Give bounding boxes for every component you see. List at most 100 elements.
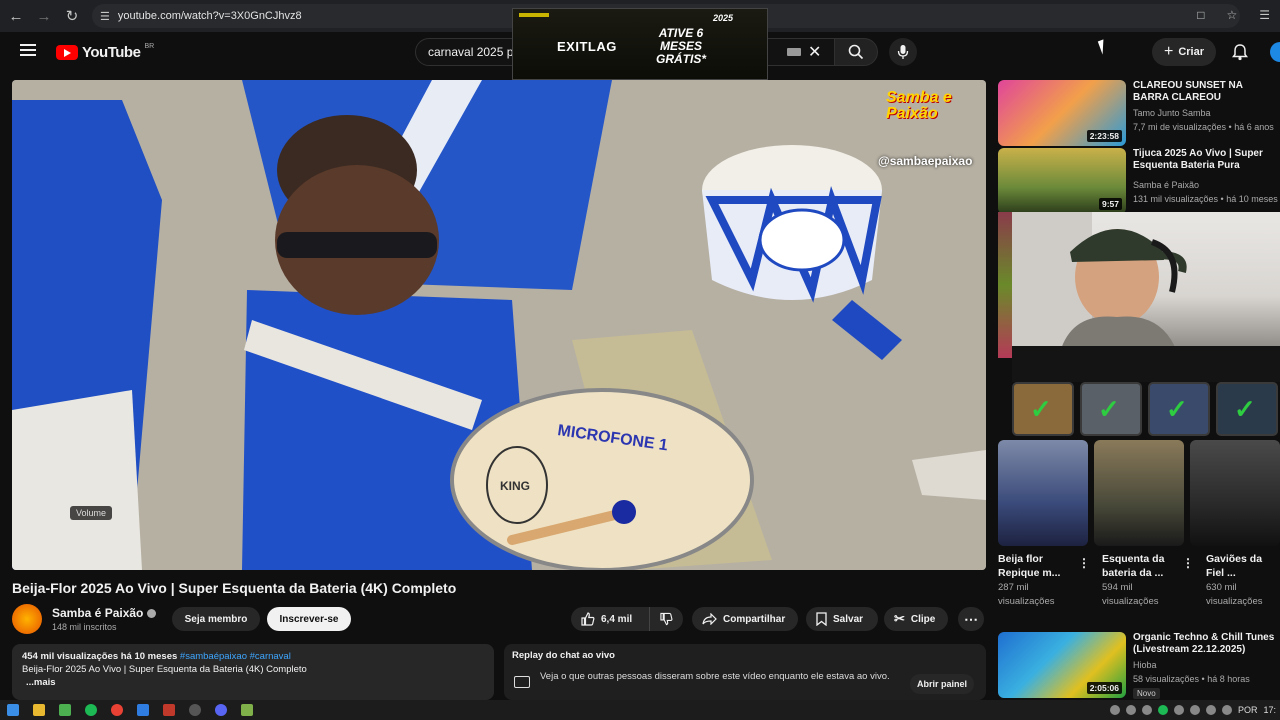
recommendation-thumbnail[interactable]: 2:05:06	[998, 632, 1126, 698]
recommendation-item[interactable]: 2:23:58 CLAREOU SUNSET NA BARRA CLAREOU …	[998, 80, 1280, 146]
site-info-icon[interactable]: ☰	[100, 10, 110, 23]
ad-cta: ATIVE 6 MESES GRÁTIS*	[655, 26, 706, 66]
hamburger-menu-icon[interactable]	[20, 44, 36, 56]
app-icon[interactable]	[137, 704, 149, 716]
open-chat-button[interactable]: Abrir painel	[910, 674, 974, 694]
tray-icon[interactable]	[1125, 705, 1136, 715]
short-title[interactable]: Esquenta da bateria da ...	[1102, 552, 1180, 580]
back-icon[interactable]: ←	[2, 2, 30, 30]
subscribe-button[interactable]: Inscrever-se	[267, 607, 351, 631]
obs-icon[interactable]	[189, 704, 201, 716]
recommendation-thumbnail[interactable]: 9:57	[998, 148, 1126, 214]
spotify-icon[interactable]	[85, 704, 97, 716]
short-menu-icon[interactable]: ⋮	[1182, 556, 1194, 570]
tray-icon[interactable]	[1141, 705, 1152, 715]
chat-icon	[514, 676, 530, 688]
short-card[interactable]: Beija flor Repique m... 287 mil visualiza…	[998, 552, 1098, 609]
short-title[interactable]: Gaviões da Fiel ...	[1206, 552, 1280, 580]
video-title: Beija-Flor 2025 Ao Vivo | Super Esquenta…	[12, 580, 457, 596]
clock[interactable]: 17:	[1263, 705, 1276, 715]
video-player[interactable]: MICROFONE 1 KING	[12, 80, 986, 570]
tray-icon[interactable]	[1109, 705, 1120, 715]
channel-name-row[interactable]: Samba é Paixão	[52, 606, 157, 620]
like-button[interactable]: 6,4 mil	[571, 607, 649, 631]
clip-label: Clipe	[910, 613, 936, 625]
more-actions-button[interactable]: ⋯	[958, 607, 984, 631]
short-card[interactable]: Esquenta da bateria da ... 594 mil visual…	[1102, 552, 1202, 609]
short-title[interactable]: Beija flor Repique m...	[998, 552, 1076, 580]
short-views-count: 594 mil	[1102, 582, 1133, 593]
short-views-label: visualizações	[1102, 596, 1159, 607]
region-code: BR	[144, 43, 155, 50]
join-button[interactable]: Seja membro	[172, 607, 260, 631]
short-views-label: visualizações	[998, 596, 1055, 607]
short-views-count: 630 mil	[1206, 582, 1237, 593]
ad-year-badge: 2025	[713, 13, 734, 23]
channel-watermark: @sambaepaixao	[878, 154, 973, 168]
discord-icon[interactable]	[215, 704, 227, 716]
short-views: 287 mil visualizações	[998, 581, 1098, 609]
language-indicator[interactable]: POR	[1238, 705, 1258, 715]
forward-icon[interactable]: →	[30, 2, 58, 30]
search-button[interactable]	[834, 38, 878, 66]
dislike-button[interactable]	[649, 607, 683, 631]
channel-name[interactable]: Samba é Paixão	[52, 606, 143, 620]
recommendation-thumbnail[interactable]: 2:23:58	[998, 80, 1126, 146]
bookmark-star-icon[interactable]: ☆	[1226, 8, 1237, 22]
live-chat-replay: Replay do chat ao vivo Veja o que outras…	[504, 644, 986, 700]
recommendation-views: 7,7 mi de visualizações • há 6 anos	[1133, 122, 1274, 132]
scissors-icon: ✂	[894, 611, 905, 626]
create-button[interactable]: + Criar	[1152, 38, 1216, 66]
exitlag-ad-overlay[interactable]: 2025 EXITLAG ATIVE 6 MESES GRÁTIS*	[512, 8, 768, 80]
chrome-icon[interactable]	[111, 704, 123, 716]
recommendation-title[interactable]: CLAREOU SUNSET NA BARRA CLAREOU	[1133, 80, 1280, 104]
windows-start-icon[interactable]	[7, 704, 19, 716]
tray-icon[interactable]	[1221, 705, 1232, 715]
short-card[interactable]: Gaviões da Fiel ... 630 mil visualizações	[1206, 552, 1280, 609]
reload-icon[interactable]: ↻	[58, 2, 86, 30]
short-thumbnail[interactable]	[1094, 440, 1184, 546]
recommendation-channel[interactable]: Samba é Paixão	[1133, 180, 1199, 190]
clip-button[interactable]: ✂ Clipe	[884, 607, 948, 631]
short-thumbnail[interactable]	[998, 440, 1088, 546]
share-button[interactable]: Compartilhar	[692, 607, 798, 631]
reading-list-icon[interactable]: ☰	[1259, 8, 1270, 22]
webcam-side-strip	[998, 212, 1012, 358]
recommendation-channel[interactable]: Hioba	[1133, 660, 1157, 670]
short-thumbnail[interactable]	[1190, 440, 1280, 546]
description-box[interactable]: 454 mil visualizações há 10 meses #samba…	[12, 644, 494, 700]
share-label: Compartilhar	[723, 613, 786, 625]
clear-search-icon[interactable]: ✕	[808, 42, 821, 62]
short-menu-icon[interactable]: ⋮	[1078, 556, 1090, 570]
recommendation-item[interactable]: 9:57 Tijuca 2025 Ao Vivo | Super Esquent…	[998, 148, 1280, 214]
save-button[interactable]: Salvar	[806, 607, 878, 631]
tray-icon[interactable]	[1173, 705, 1184, 715]
account-avatar[interactable]	[1270, 42, 1280, 62]
streamer-webcam	[1012, 212, 1280, 352]
recommendation-channel[interactable]: Tamo Junto Samba	[1133, 108, 1211, 118]
hashtags[interactable]: #sambaépaixao #carnaval	[180, 651, 291, 662]
recommendation-item[interactable]: 2:05:06 Organic Techno & Chill Tunes (Li…	[998, 632, 1280, 699]
tray-icon[interactable]	[1157, 705, 1168, 715]
recommendation-title[interactable]: Organic Techno & Chill Tunes (Livestream…	[1133, 632, 1280, 656]
tray-icon[interactable]	[1205, 705, 1216, 715]
app-icon[interactable]	[241, 704, 253, 716]
plus-icon: +	[1163, 43, 1174, 60]
tray-icon[interactable]	[1189, 705, 1200, 715]
achievement-tile: ✓	[1080, 382, 1142, 436]
notifications-bell-icon[interactable]	[1230, 42, 1250, 62]
show-more-link[interactable]: ...mais	[22, 676, 484, 689]
youtube-logo[interactable]: YouTube BR	[56, 43, 155, 61]
video-duration: 2:23:58	[1086, 130, 1122, 142]
checkmark-icon: ✓	[1166, 394, 1188, 424]
app-icon[interactable]	[163, 704, 175, 716]
install-app-icon[interactable]: □	[1197, 8, 1204, 22]
channel-avatar[interactable]	[12, 604, 42, 634]
keyboard-icon[interactable]	[787, 48, 801, 56]
os-taskbar: POR 17:	[0, 700, 1280, 720]
voice-search-button[interactable]	[889, 38, 917, 66]
search-query: carnaval 2025 p	[428, 45, 514, 59]
xbox-icon[interactable]	[59, 704, 71, 716]
file-explorer-icon[interactable]	[33, 704, 45, 716]
recommendation-title[interactable]: Tijuca 2025 Ao Vivo | Super Esquenta Bat…	[1133, 148, 1280, 172]
